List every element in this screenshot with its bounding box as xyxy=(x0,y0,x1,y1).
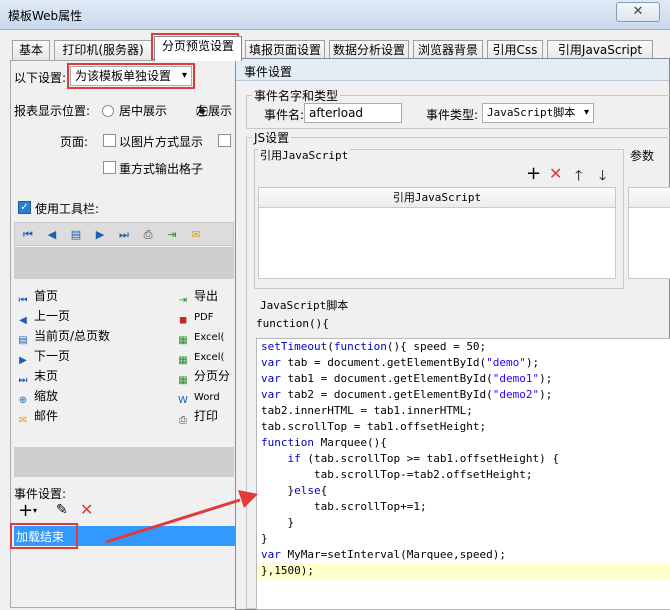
tab-page-preview[interactable]: 分页预览设置 xyxy=(154,36,242,61)
annotation-arrow xyxy=(105,490,258,544)
